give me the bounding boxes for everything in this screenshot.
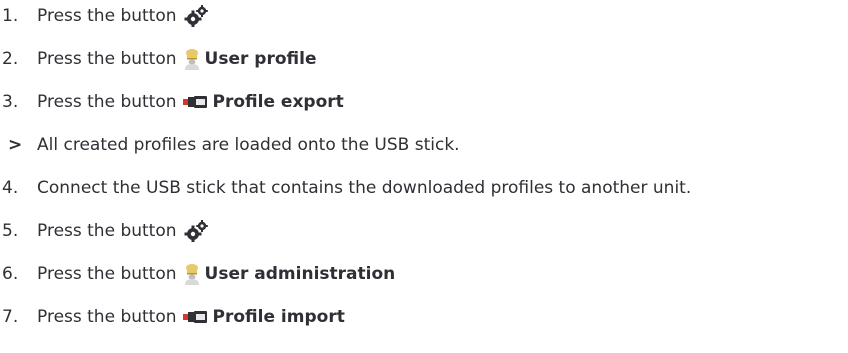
step-text: Press the button (37, 264, 177, 284)
profile-import-button-label: Profile import (212, 307, 345, 327)
step-number: 1. (2, 6, 19, 26)
step-number: 6. (2, 264, 19, 284)
step-text: Press the button (37, 92, 177, 112)
step-number: 4. (2, 178, 19, 198)
step-4: 4. Connect the USB stick that contains t… (0, 175, 691, 201)
step-6: 6. Press the button User administration (0, 261, 395, 287)
chef-user-icon (183, 263, 201, 285)
usb-export-icon (182, 95, 209, 109)
usb-import-icon (182, 310, 209, 324)
step-number: 5. (2, 221, 19, 241)
step-1: 1. Press the button (0, 3, 209, 29)
step-text: Press the button (37, 49, 177, 69)
gears-icon (183, 5, 209, 27)
result-marker: > (8, 135, 23, 155)
result-text: All created profiles are loaded onto the… (37, 135, 460, 155)
step-text: Press the button (37, 221, 177, 241)
step-text: Press the button (37, 307, 177, 327)
step-text: Press the button (37, 6, 177, 26)
profile-export-button-label: Profile export (212, 92, 344, 112)
step-3: 3. Press the button Profile export (0, 89, 344, 115)
step-2: 2. Press the button User profile (0, 46, 316, 72)
instruction-steps: 1. Press the button 2. Press the button … (0, 0, 848, 353)
step-text: Connect the USB stick that contains the … (37, 178, 692, 198)
step-number: 7. (2, 307, 19, 327)
step-7: 7. Press the button Profile import (0, 304, 345, 330)
step-5: 5. Press the button (0, 218, 209, 244)
gears-icon (183, 220, 209, 242)
user-administration-button-label: User administration (204, 264, 396, 284)
step-number: 3. (2, 92, 19, 112)
step-number: 2. (2, 49, 19, 69)
user-profile-button-label: User profile (204, 49, 317, 69)
chef-user-icon (183, 48, 201, 70)
step-result: > All created profiles are loaded onto t… (0, 132, 460, 158)
